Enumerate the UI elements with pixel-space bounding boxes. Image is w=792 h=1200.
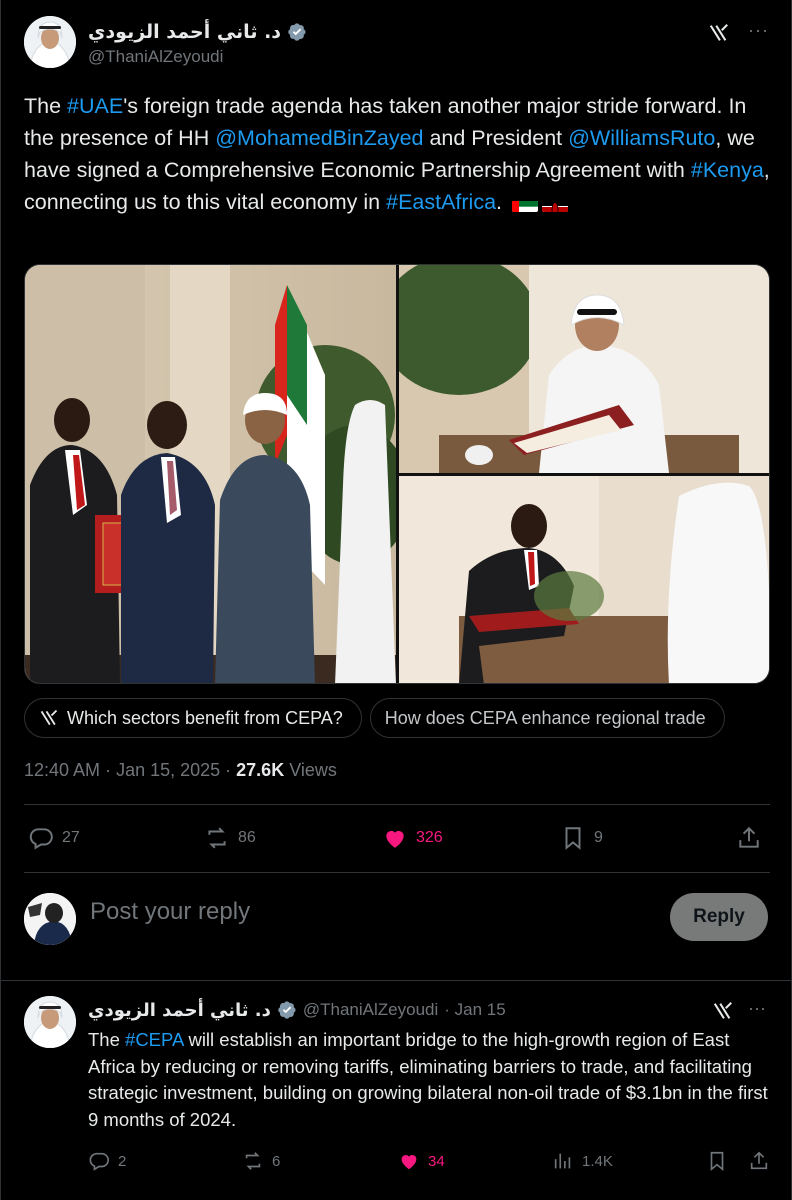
- grok-suggestion-label: How does CEPA enhance regional trade: [384, 707, 706, 728]
- repost-icon: [208, 827, 226, 849]
- tweet-action-bar: 27 86 326 9: [24, 818, 770, 858]
- hashtag-link[interactable]: #Kenya: [691, 158, 764, 182]
- photo-signing-kenya[interactable]: [399, 476, 770, 684]
- tweet-text: The #UAE's foreign trade agenda has take…: [24, 90, 774, 218]
- tweet-date[interactable]: Jan 15, 2025: [116, 760, 220, 780]
- more-options-icon[interactable]: ···: [748, 21, 768, 40]
- grok-suggestion-chip[interactable]: Which sectors benefit from CEPA?: [24, 698, 362, 738]
- repost-count: 86: [238, 829, 256, 846]
- mention-link[interactable]: @WilliamsRuto: [568, 126, 715, 150]
- photo-signing-uae[interactable]: [399, 265, 770, 473]
- hashtag-link[interactable]: #UAE: [67, 94, 123, 118]
- photo-leaders-ceremony[interactable]: [25, 265, 396, 684]
- verified-badge-icon: [288, 23, 306, 41]
- grok-icon[interactable]: [712, 1000, 734, 1022]
- heart-icon: [401, 1155, 417, 1170]
- repost-button[interactable]: 6: [242, 1146, 280, 1176]
- reply-input[interactable]: Post your reply: [90, 898, 250, 926]
- current-user-avatar[interactable]: [24, 893, 76, 945]
- reply-submit-button[interactable]: Reply: [670, 893, 768, 941]
- reply-tweet-text: The #CEPA will establish an important br…: [88, 1027, 772, 1133]
- author-avatar[interactable]: [24, 996, 76, 1048]
- grok-suggestion-label: Which sectors benefit from CEPA?: [67, 707, 343, 728]
- share-icon: [750, 1151, 768, 1170]
- bookmark-icon: [565, 827, 581, 850]
- reply-tweet-action-bar: 2 6 34 1.4K: [88, 1146, 772, 1176]
- grok-icon: [40, 709, 58, 726]
- author-display-name[interactable]: د. ثاني أحمد الزيودي: [88, 21, 281, 43]
- divider: [24, 872, 770, 873]
- tweet-text-segment: .: [496, 190, 503, 214]
- heart-icon: [386, 830, 404, 848]
- meta-separator: ·: [220, 760, 237, 780]
- analytics-icon: [554, 1153, 571, 1169]
- hashtag-link[interactable]: #EastAfrica: [386, 190, 496, 214]
- author-names: د. ثاني أحمد الزيودي @ThaniAlZeyoudi: [88, 20, 307, 67]
- more-options-icon[interactable]: ···: [748, 999, 766, 1017]
- share-icon: [739, 826, 759, 848]
- divider: [24, 804, 770, 805]
- tweet-date[interactable]: · Jan 15: [444, 1000, 505, 1020]
- repost-icon: [245, 1152, 261, 1170]
- tweet-meta: 12:40 AM · Jan 15, 2025 · 27.6K Views: [24, 760, 337, 781]
- reply-icon: [89, 1152, 109, 1171]
- like-button[interactable]: 34: [398, 1146, 445, 1176]
- views-label: Views: [284, 760, 337, 780]
- share-button[interactable]: [748, 1146, 770, 1176]
- tweet-time[interactable]: 12:40 AM: [24, 760, 100, 780]
- grok-icon[interactable]: [708, 22, 730, 44]
- author-handle[interactable]: @ThaniAlZeyoudi: [88, 47, 307, 67]
- uae-flag-icon: [512, 195, 539, 212]
- reply-button[interactable]: 27: [28, 818, 80, 858]
- author-handle[interactable]: @ThaniAlZeyoudi: [303, 1000, 438, 1020]
- tweet-media-grid: [24, 264, 770, 684]
- like-count: 326: [416, 829, 443, 846]
- reply-tweet-header: د. ثاني أحمد الزيودي @ThaniAlZeyoudi · J…: [88, 998, 506, 1022]
- reply-button[interactable]: 2: [88, 1146, 126, 1176]
- tweet-text-segment: The: [88, 1029, 126, 1050]
- tweet-text-segment: The: [24, 94, 68, 118]
- tweet-text-segment: and President: [423, 126, 569, 150]
- repost-button[interactable]: 86: [204, 818, 256, 858]
- meta-separator: ·: [100, 760, 117, 780]
- mention-link[interactable]: @MohamedBinZayed: [215, 126, 423, 150]
- divider: [0, 980, 792, 981]
- reply-icon: [29, 828, 53, 850]
- grok-suggestion-chip[interactable]: How does CEPA enhance regional trade: [369, 698, 725, 738]
- tweet-header: د. ثاني أحمد الزيودي @ThaniAlZeyoudi ···: [24, 16, 770, 76]
- verified-badge-icon: [278, 1001, 296, 1019]
- share-button[interactable]: [736, 818, 762, 858]
- repost-count: 6: [272, 1152, 281, 1170]
- grok-suggestions: Which sectors benefit from CEPA? How doe…: [24, 698, 770, 738]
- view-count: 1.4K: [582, 1152, 613, 1170]
- reply-count: 27: [62, 829, 80, 846]
- kenya-flag-icon: [542, 195, 569, 212]
- author-avatar[interactable]: [24, 16, 76, 68]
- tweet-text-segment: will establish an important bridge to th…: [88, 1029, 768, 1130]
- reply-count: 2: [118, 1152, 127, 1170]
- view-count[interactable]: 27.6K: [236, 760, 284, 780]
- author-display-name[interactable]: د. ثاني أحمد الزيودي: [88, 1000, 271, 1021]
- bookmark-button[interactable]: [706, 1146, 728, 1176]
- like-button[interactable]: 326: [382, 818, 443, 858]
- bookmark-count: 9: [594, 829, 603, 846]
- bookmark-button[interactable]: 9: [560, 818, 603, 858]
- hashtag-link[interactable]: #CEPA: [125, 1029, 183, 1050]
- like-count: 34: [428, 1152, 445, 1170]
- bookmark-icon: [710, 1151, 724, 1172]
- views-button[interactable]: 1.4K: [552, 1146, 613, 1176]
